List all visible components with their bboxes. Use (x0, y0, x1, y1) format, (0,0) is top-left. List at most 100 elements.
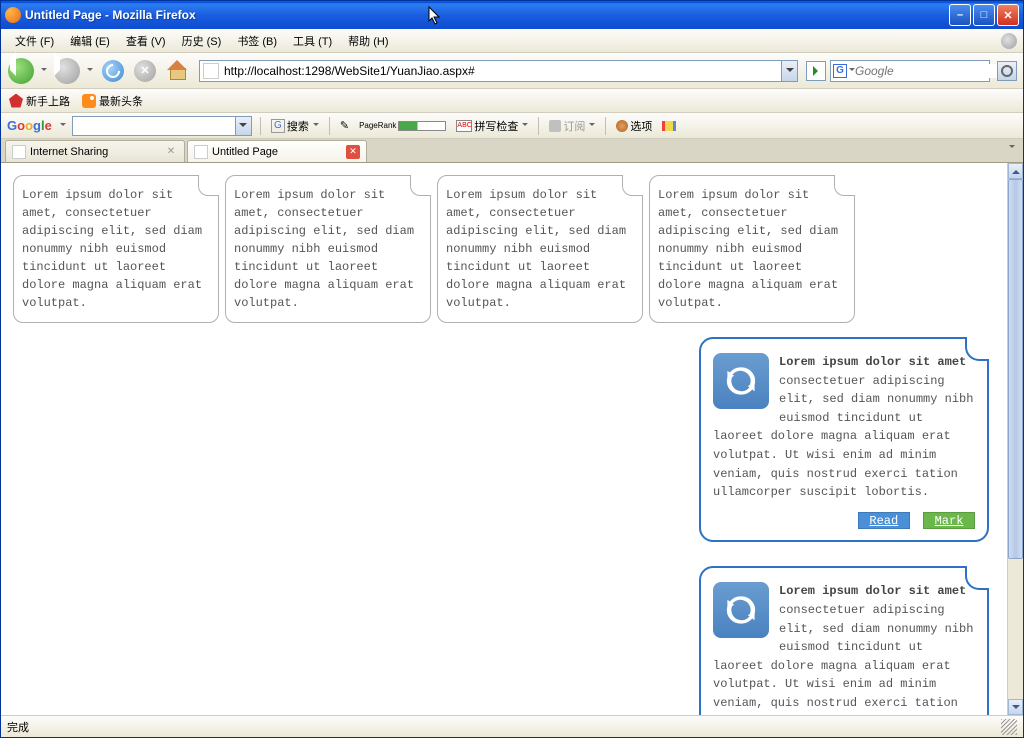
reload-button[interactable] (99, 57, 127, 85)
highlighter-icon (662, 121, 676, 131)
feature-title: Lorem ipsum dolor sit amet (779, 584, 966, 598)
url-input[interactable] (222, 64, 781, 78)
search-input[interactable] (855, 64, 1012, 78)
bookmark-label: 新手上路 (26, 93, 70, 109)
feed-icon (549, 120, 561, 132)
search-bar[interactable]: G (830, 60, 990, 82)
refresh-icon (713, 582, 769, 638)
card: Lorem ipsum dolor sit amet, consectetuer… (225, 175, 431, 323)
google-menu-dropdown[interactable] (58, 120, 66, 132)
stop-button[interactable]: ✕ (131, 57, 159, 85)
abc-icon: ABC (456, 120, 472, 132)
google-search-input[interactable] (73, 117, 235, 135)
tab-favicon-icon (194, 145, 208, 159)
search-engine-icon[interactable]: G (833, 63, 847, 79)
menu-help[interactable]: 帮助 (H) (340, 31, 396, 51)
card-text: Lorem ipsum dolor sit amet, consectetuer… (658, 188, 838, 310)
tab-list-dropdown[interactable] (1007, 145, 1017, 151)
options-label: 选项 (630, 118, 652, 134)
google-search-button[interactable]: G搜索 (269, 118, 321, 134)
google-wand-button[interactable]: ✎ (338, 119, 351, 132)
menu-edit[interactable]: 编辑 (E) (62, 31, 118, 51)
google-toolbar: Google G搜索 ✎ PageRank ABC拼写检查 订阅 选项 (1, 113, 1023, 139)
window-titlebar: Untitled Page - Mozilla Firefox – □ ✕ (1, 1, 1023, 29)
separator (538, 117, 539, 135)
feature-card: Lorem ipsum dolor sit amet consectetuer … (699, 337, 989, 542)
read-button[interactable]: Read (858, 512, 910, 529)
back-button[interactable] (7, 57, 35, 85)
google-pagerank[interactable]: PageRank (357, 121, 448, 131)
card: Lorem ipsum dolor sit amet, consectetuer… (13, 175, 219, 323)
google-subscribe[interactable]: 订阅 (547, 118, 597, 134)
scroll-down-button[interactable] (1008, 699, 1023, 715)
bookmark-getting-started[interactable]: 新手上路 (9, 93, 70, 109)
google-highlight[interactable] (660, 121, 678, 131)
close-button[interactable]: ✕ (997, 4, 1019, 26)
page-favicon-icon (203, 63, 219, 79)
google-options[interactable]: 选项 (614, 118, 654, 134)
go-button[interactable] (806, 61, 826, 81)
scroll-thumb[interactable] (1008, 179, 1023, 559)
home-button[interactable] (163, 57, 191, 85)
card-text: Lorem ipsum dolor sit amet, consectetuer… (234, 188, 414, 310)
back-history-dropdown[interactable] (39, 68, 49, 74)
separator (605, 117, 606, 135)
subscribe-label: 订阅 (563, 118, 585, 134)
pagerank-label: PageRank (359, 122, 396, 130)
spellcheck-label: 拼写检查 (474, 118, 518, 134)
search-submit-button[interactable] (997, 61, 1017, 81)
card: Lorem ipsum dolor sit amet, consectetuer… (649, 175, 855, 323)
activity-throbber-icon (1001, 33, 1017, 49)
bookmark-icon (9, 94, 23, 108)
separator (329, 117, 330, 135)
url-dropdown[interactable] (781, 61, 797, 81)
tab-close-button[interactable]: ✕ (346, 145, 360, 159)
tab-label: Untitled Page (212, 146, 278, 158)
google-search-field[interactable] (72, 116, 252, 136)
menu-view[interactable]: 查看 (V) (118, 31, 174, 51)
pagerank-bar-icon (398, 121, 446, 131)
window-title: Untitled Page - Mozilla Firefox (25, 8, 949, 22)
menu-bar: 文件 (F) 编辑 (E) 查看 (V) 历史 (S) 书签 (B) 工具 (T… (1, 29, 1023, 53)
bookmark-label: 最新头条 (99, 93, 143, 109)
url-bar[interactable] (199, 60, 798, 82)
refresh-icon (713, 353, 769, 409)
card: Lorem ipsum dolor sit amet, consectetuer… (437, 175, 643, 323)
status-text: 完成 (7, 719, 29, 735)
feature-card: Lorem ipsum dolor sit amet consectetuer … (699, 566, 989, 715)
tab-untitled-page[interactable]: Untitled Page ✕ (187, 140, 367, 162)
card-text: Lorem ipsum dolor sit amet, consectetuer… (446, 188, 626, 310)
bookmark-latest-headlines[interactable]: 最新头条 (82, 93, 143, 109)
page-content: Lorem ipsum dolor sit amet, consectetuer… (1, 163, 1023, 715)
card-text: Lorem ipsum dolor sit amet, consectetuer… (22, 188, 202, 310)
feature-title: Lorem ipsum dolor sit amet (779, 355, 966, 369)
rss-icon (82, 94, 96, 108)
forward-button[interactable] (53, 57, 81, 85)
bookmarks-toolbar: 新手上路 最新头条 (1, 89, 1023, 113)
tab-label: Internet Sharing (30, 146, 108, 158)
tab-close-button[interactable]: ✕ (164, 145, 178, 159)
menu-tools[interactable]: 工具 (T) (285, 31, 340, 51)
resize-grip-icon[interactable] (1001, 719, 1017, 735)
mark-button[interactable]: Mark (923, 512, 975, 529)
firefox-icon (5, 7, 21, 23)
google-search-label: 搜索 (287, 118, 309, 134)
forward-history-dropdown[interactable] (85, 68, 95, 74)
google-spellcheck[interactable]: ABC拼写检查 (454, 118, 530, 134)
menu-bookmarks[interactable]: 书签 (B) (229, 31, 285, 51)
minimize-button[interactable]: – (949, 4, 971, 26)
menu-history[interactable]: 历史 (S) (174, 31, 230, 51)
status-bar: 完成 (1, 715, 1023, 737)
separator (260, 117, 261, 135)
tab-internet-sharing[interactable]: Internet Sharing ✕ (5, 140, 185, 162)
maximize-button[interactable]: □ (973, 4, 995, 26)
tab-favicon-icon (12, 145, 26, 159)
scroll-up-button[interactable] (1008, 163, 1023, 179)
google-logo[interactable]: Google (7, 118, 52, 133)
menu-file[interactable]: 文件 (F) (7, 31, 62, 51)
vertical-scrollbar[interactable] (1007, 163, 1023, 715)
google-search-dropdown[interactable] (235, 117, 251, 135)
gear-icon (616, 120, 628, 132)
navigation-toolbar: ✕ G (1, 53, 1023, 89)
tab-bar: Internet Sharing ✕ Untitled Page ✕ (1, 139, 1023, 163)
